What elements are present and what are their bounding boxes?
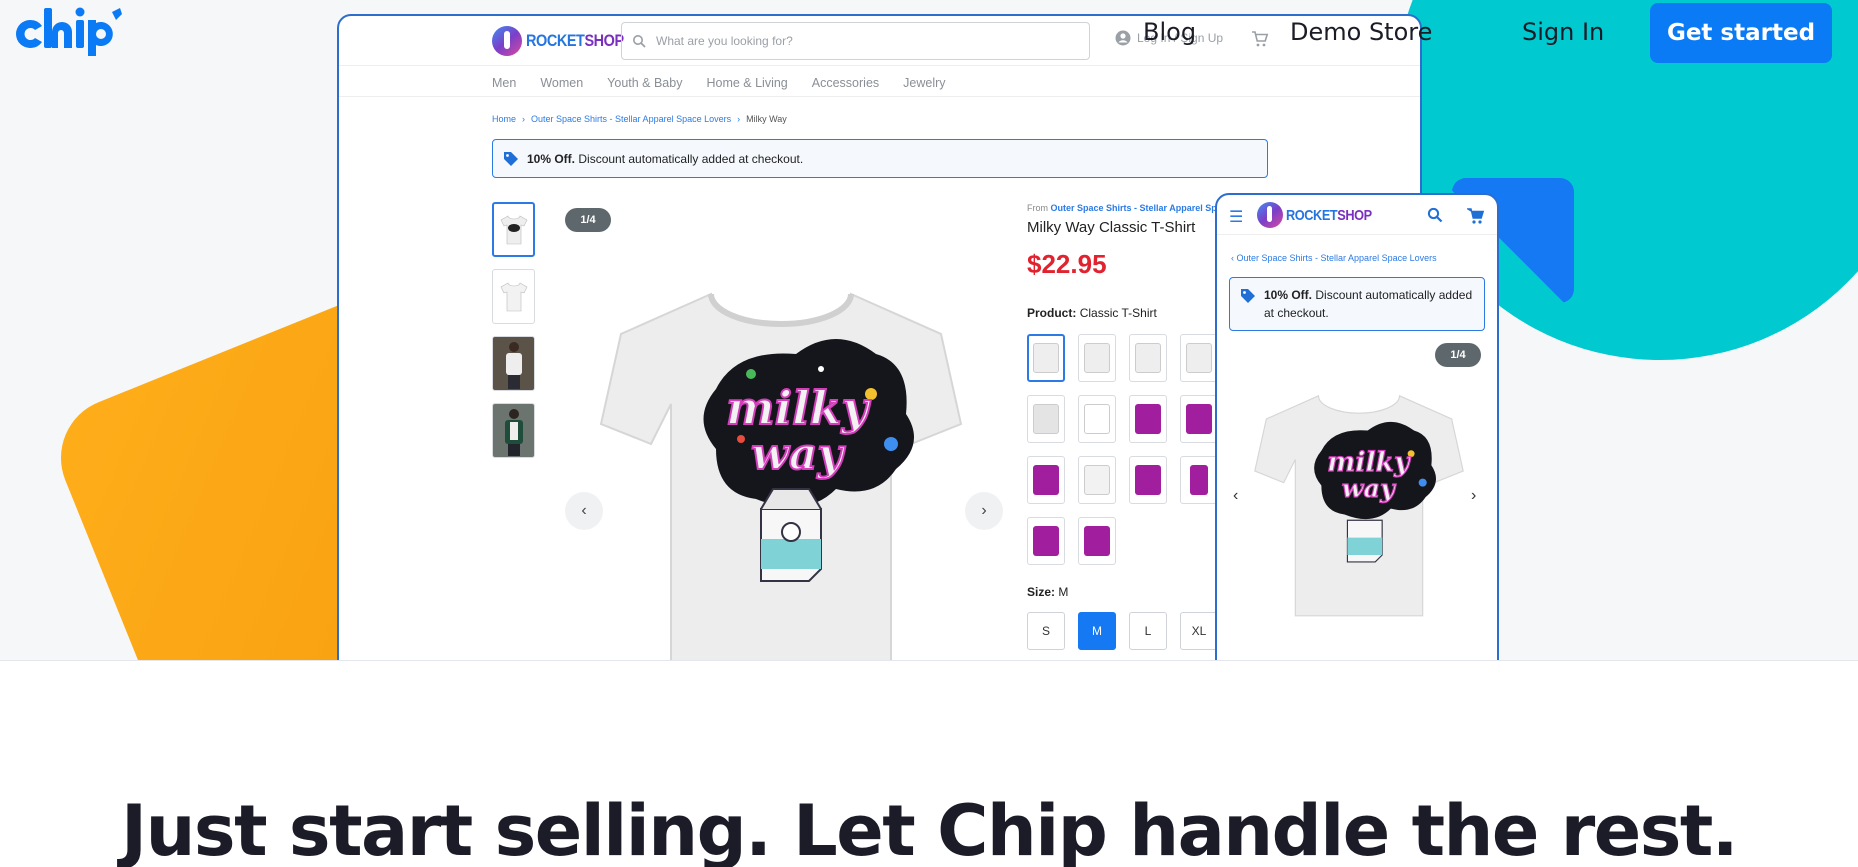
variant-blanket[interactable] (1027, 456, 1065, 504)
category-youth-baby[interactable]: Youth & Baby (607, 76, 682, 90)
product-variant-grid (1027, 334, 1218, 565)
nav-blog-link[interactable]: Blog (1143, 18, 1196, 46)
cart-icon (1252, 31, 1269, 47)
chevron-left-icon: ‹ (581, 502, 587, 519)
mobile-header: ☰ ROCKETSHOP (1217, 195, 1497, 235)
category-home-living[interactable]: Home & Living (706, 76, 787, 90)
search-icon (1427, 207, 1443, 223)
thumbnail-4[interactable] (492, 403, 535, 458)
chevron-right-icon: › (981, 502, 987, 519)
variant-tshirt[interactable] (1027, 334, 1065, 382)
rocketshop-logo[interactable]: ROCKETSHOP (492, 26, 641, 56)
chevron-right-icon: › (522, 114, 526, 124)
variant-longsleeve[interactable] (1129, 334, 1167, 382)
store-search-input[interactable]: What are you looking for? (621, 22, 1090, 60)
category-accessories[interactable]: Accessories (812, 76, 879, 90)
mobile-discount-amount: 10% Off. (1264, 288, 1313, 302)
rocket-icon (1257, 202, 1283, 228)
breadcrumb-collection[interactable]: Outer Space Shirts - Stellar Apparel Spa… (531, 114, 731, 124)
variant-mug[interactable] (1078, 456, 1116, 504)
tag-icon (504, 151, 518, 166)
user-icon (1115, 30, 1131, 46)
thumbnail-2[interactable] (492, 269, 535, 324)
chevron-left-icon: ‹ (1233, 487, 1239, 504)
category-jewelry[interactable]: Jewelry (903, 76, 945, 90)
variant-phonecase[interactable] (1180, 456, 1218, 504)
variant-poster[interactable] (1180, 395, 1218, 443)
breadcrumb-home[interactable]: Home (492, 114, 516, 124)
variant-tank[interactable] (1180, 334, 1218, 382)
image-thumbnails (492, 202, 535, 458)
discount-text: Discount automatically added at checkout… (578, 151, 804, 166)
variant-canvas[interactable] (1129, 456, 1167, 504)
divider (339, 96, 1420, 97)
variant-towel[interactable] (1027, 517, 1065, 565)
store-header: ROCKETSHOP What are you looking for? Log… (339, 16, 1420, 66)
size-l-button[interactable]: L (1129, 612, 1167, 650)
hero-section: ROCKETSHOP What are you looking for? Log… (0, 0, 1858, 660)
size-selector: S M L XL (1027, 612, 1218, 650)
search-icon (633, 35, 646, 48)
variant-print[interactable] (1078, 517, 1116, 565)
mobile-next-image-button[interactable]: › (1471, 487, 1476, 505)
mobile-breadcrumb[interactable]: ‹ Outer Space Shirts - Stellar Apparel S… (1231, 253, 1437, 263)
svg-text:way: way (751, 429, 846, 480)
variant-hoodie[interactable] (1027, 395, 1065, 443)
thumbnail-1[interactable] (492, 202, 535, 257)
cart-button[interactable] (1251, 30, 1269, 53)
category-women[interactable]: Women (540, 76, 583, 90)
product-type-label: Product: Classic T-Shirt (1027, 306, 1157, 320)
chip-logo[interactable] (8, 6, 123, 63)
size-label: Size: M (1027, 585, 1069, 599)
variant-sticker[interactable] (1078, 395, 1116, 443)
nav-sign-in-link[interactable]: Sign In (1522, 18, 1604, 46)
menu-icon[interactable]: ☰ (1229, 207, 1243, 227)
get-started-button[interactable]: Get started (1650, 3, 1832, 63)
variant-pillow[interactable] (1129, 395, 1167, 443)
rocket-icon (492, 26, 522, 56)
mobile-product-image: milky way (1249, 365, 1469, 640)
discount-banner: 10% Off. Discount automatically added at… (492, 139, 1268, 178)
svg-text:milky: milky (1327, 447, 1411, 478)
section-divider (0, 660, 1858, 661)
breadcrumb-current: Milky Way (746, 114, 787, 124)
svg-text:way: way (1342, 474, 1397, 504)
category-men[interactable]: Men (492, 76, 516, 90)
image-pager: 1/4 (565, 208, 611, 232)
mobile-search-button[interactable] (1427, 207, 1443, 228)
mobile-image-pager: 1/4 (1435, 343, 1481, 367)
size-m-button[interactable]: M (1078, 612, 1116, 650)
mobile-cart-button[interactable] (1465, 207, 1485, 230)
product-title: Milky Way Classic T-Shirt (1027, 219, 1196, 236)
collection-link[interactable]: From Outer Space Shirts - Stellar Appare… (1027, 203, 1222, 213)
breadcrumb: Home › Outer Space Shirts - Stellar Appa… (492, 114, 787, 124)
category-nav: Men Women Youth & Baby Home & Living Acc… (492, 76, 946, 90)
variant-vneck[interactable] (1078, 334, 1116, 382)
product-price: $22.95 (1027, 249, 1107, 279)
mobile-prev-image-button[interactable]: ‹ (1233, 487, 1238, 505)
page-tagline: Just start selling. Let Chip handle the … (121, 790, 1738, 867)
rocketshop-logo-mobile[interactable]: ROCKETSHOP (1257, 202, 1387, 228)
discount-amount: 10% Off. (527, 151, 576, 166)
size-xl-button[interactable]: XL (1180, 612, 1218, 650)
cart-icon (1465, 208, 1485, 224)
tag-icon (1241, 289, 1255, 303)
mobile-discount-banner: 10% Off. Discount automatically added at… (1229, 277, 1485, 331)
size-s-button[interactable]: S (1027, 612, 1065, 650)
svg-text:milky: milky (726, 381, 871, 435)
nav-demo-store-link[interactable]: Demo Store (1290, 18, 1432, 46)
chevron-right-icon: › (737, 114, 741, 124)
mobile-store-preview: ☰ ROCKETSHOP ‹ Outer Space Shirts - Stel… (1215, 193, 1499, 660)
search-placeholder: What are you looking for? (656, 34, 793, 48)
thumbnail-3[interactable] (492, 336, 535, 391)
chevron-right-icon: › (1471, 487, 1477, 504)
product-image: milky way (591, 274, 971, 660)
